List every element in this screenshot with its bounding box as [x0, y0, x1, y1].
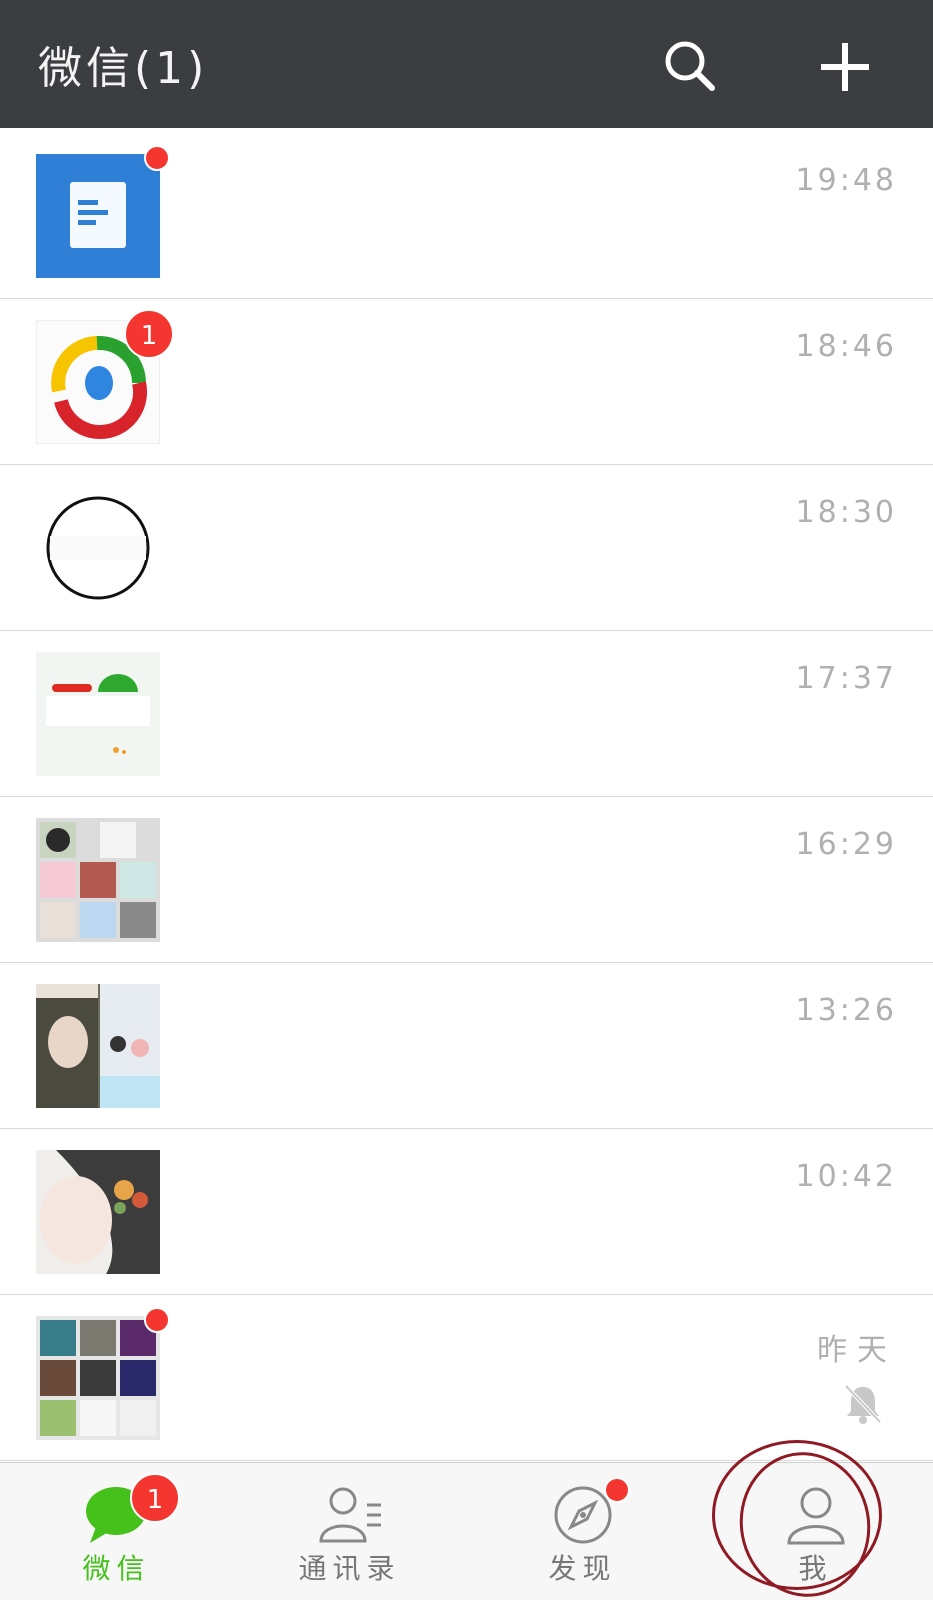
bottom-tab-bar: 1 微信 通讯录 发现 我 [0, 1462, 933, 1600]
logo-avatar [36, 652, 160, 776]
group-avatar [36, 818, 160, 942]
chat-time: 10:42 [795, 1159, 897, 1194]
unread-dot [144, 1307, 170, 1333]
chat-row[interactable]: 18:30 [0, 465, 933, 631]
page-title: 微信(1) [38, 43, 209, 94]
girl-photo-avatar [36, 984, 160, 1108]
tab-label: 微信 [82, 1552, 151, 1585]
chat-row[interactable]: 17:37 [0, 631, 933, 797]
chat-row[interactable]: 10:42 [0, 1129, 933, 1295]
chat-time: 昨天 [817, 1333, 897, 1368]
mute-bell-icon [844, 1384, 882, 1424]
tab-badge: 1 [130, 1473, 180, 1523]
unread-badge: 1 [124, 309, 174, 359]
chat-time: 13:26 [795, 993, 897, 1028]
plus-icon[interactable] [818, 40, 872, 94]
group-photo-avatar [36, 1316, 160, 1440]
tab-label: 发现 [548, 1552, 617, 1585]
illustration-avatar [36, 1150, 160, 1274]
chat-row[interactable]: 昨天 [0, 1295, 933, 1461]
tab-me[interactable]: 我 [699, 1463, 932, 1600]
contacts-icon [318, 1487, 381, 1543]
chat-row[interactable]: 16:29 [0, 797, 933, 963]
tab-label: 我 [798, 1552, 833, 1585]
tab-weixin[interactable]: 1 微信 [0, 1463, 233, 1600]
chat-time: 18:30 [795, 495, 897, 530]
chat-list: 19:48 1 18:46 18:30 17:37 16:29 13:26 10… [0, 133, 933, 1461]
tab-discover[interactable]: 发现 [466, 1463, 699, 1600]
chat-row[interactable]: 19:48 [0, 133, 933, 299]
chat-row[interactable]: 1 18:46 [0, 299, 933, 465]
chat-time: 16:29 [795, 827, 897, 862]
chat-time: 19:48 [795, 163, 897, 198]
chat-time: 17:37 [795, 661, 897, 696]
circle-avatar [36, 486, 160, 610]
person-icon [786, 1487, 845, 1545]
tab-contacts[interactable]: 通讯录 [233, 1463, 466, 1600]
chat-time: 18:46 [795, 329, 897, 364]
document-app-avatar [36, 154, 160, 278]
unread-dot [144, 145, 170, 171]
top-bar: 微信(1) [0, 0, 933, 128]
search-icon[interactable] [662, 38, 718, 94]
tab-label: 通讯录 [298, 1552, 401, 1585]
chat-row[interactable]: 13:26 [0, 963, 933, 1129]
tab-unread-dot [604, 1477, 630, 1503]
